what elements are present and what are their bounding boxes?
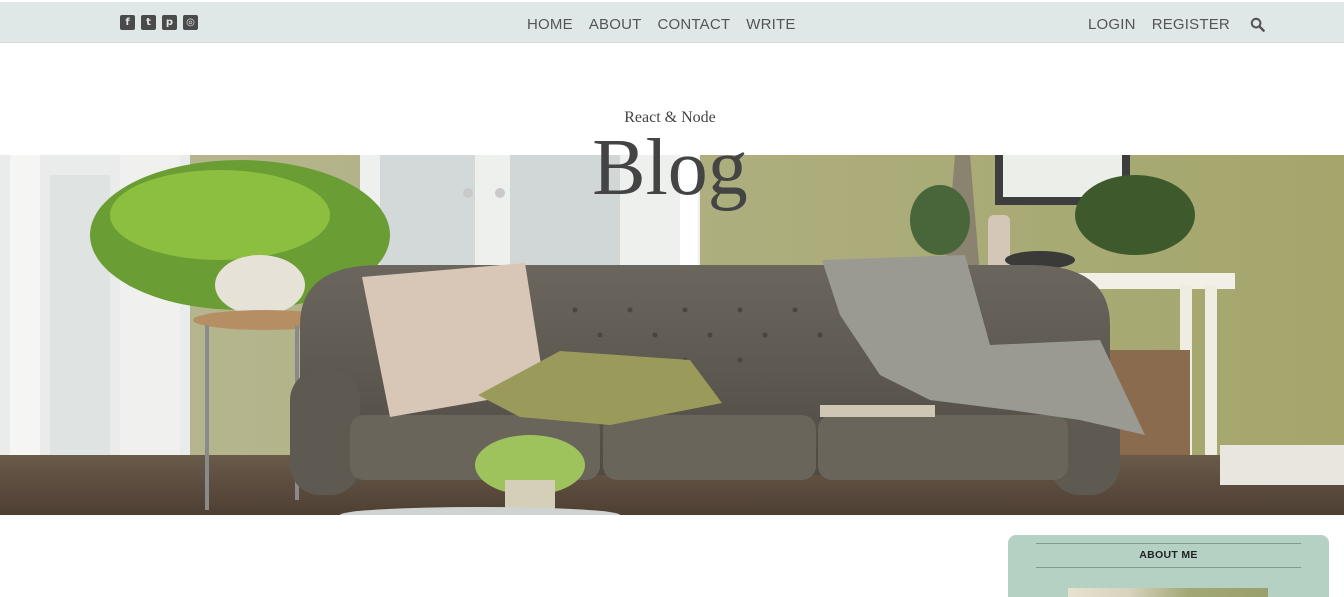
nav-write[interactable]: WRITE (746, 16, 795, 34)
top-bar: f t p ◎ HOME ABOUT CONTACT WRITE LOGIN R… (0, 2, 1344, 43)
instagram-icon[interactable]: ◎ (183, 15, 198, 30)
main-nav: HOME ABOUT CONTACT WRITE (527, 16, 796, 34)
nav-register[interactable]: REGISTER (1152, 16, 1230, 34)
nav-login[interactable]: LOGIN (1088, 16, 1136, 34)
sidebar-divider-bottom (1036, 567, 1301, 568)
twitter-icon[interactable]: t (141, 15, 156, 30)
social-icons: f t p ◎ (120, 15, 198, 30)
pinterest-icon[interactable]: p (162, 15, 177, 30)
auth-nav: LOGIN REGISTER (1088, 16, 1230, 34)
header-title: Blog (592, 124, 748, 212)
facebook-icon[interactable]: f (120, 15, 135, 30)
nav-about[interactable]: ABOUT (589, 16, 642, 34)
sidebar-divider-top (1036, 543, 1301, 544)
nav-contact[interactable]: CONTACT (658, 16, 731, 34)
search-icon[interactable] (1250, 17, 1265, 32)
sidebar-image (1068, 588, 1268, 597)
nav-home[interactable]: HOME (527, 16, 573, 34)
sidebar-about: ABOUT ME (1008, 535, 1329, 597)
sidebar-heading: ABOUT ME (1139, 549, 1198, 561)
